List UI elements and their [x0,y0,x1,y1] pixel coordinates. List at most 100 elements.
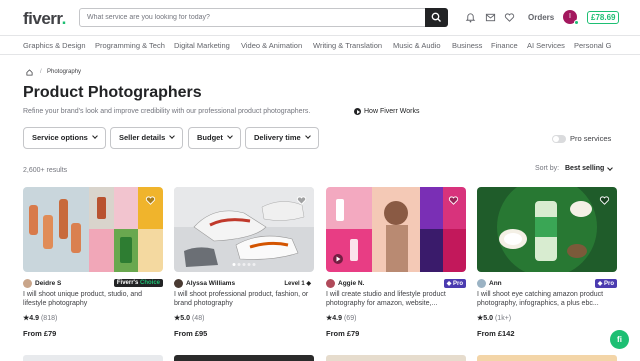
gig-image [23,187,163,272]
gig-price: From £79 [326,329,360,338]
orders-link[interactable]: Orders [528,13,554,22]
gig-card[interactable]: Ann ◆ Pro I will shoot eye catching amaz… [477,187,617,357]
gig-image [174,187,314,272]
gig-card[interactable]: Aggie N. ◆ Pro I will create studio and … [326,187,466,357]
search-button[interactable] [425,8,448,27]
category-personal-growth[interactable]: Personal G [574,41,612,50]
gig-rating: ★4.9 (69) [326,315,357,322]
breadcrumb-photography[interactable]: Photography [47,69,81,75]
logo-dot: . [61,9,67,28]
badge-prefix: Fiverr's [116,280,139,286]
seller-name[interactable]: Deidre S [35,280,61,287]
gig-price: From £79 [23,329,57,338]
chevron-down-icon [227,133,233,139]
favorite-heart-icon[interactable] [145,195,156,206]
seller-name[interactable]: Ann [489,280,502,287]
category-music-audio[interactable]: Music & Audio [393,41,441,50]
review-count: (1k+) [494,315,512,322]
rating-value: 4.9 [332,315,343,322]
how-it-works-link[interactable]: How Fiverr Works [354,108,419,115]
gig-price: From £95 [174,329,208,338]
filter-delivery-time[interactable]: Delivery time [245,127,319,149]
page-title: Product Photographers [23,84,202,101]
rating-value: 4.9 [29,315,40,322]
favorite-heart-icon[interactable] [296,195,307,206]
balance-badge[interactable]: £78.69 [587,11,620,24]
play-icon [354,108,361,115]
how-it-works-label: How Fiverr Works [364,108,420,115]
seller-name[interactable]: Alyssa Williams [186,280,235,287]
review-count: (48) [191,315,205,322]
review-count: (69) [343,315,357,322]
bell-icon[interactable] [465,12,476,23]
seller-name[interactable]: Aggie N. [338,280,364,287]
filter-service-options[interactable]: Service options [23,127,106,149]
carousel-dots [232,263,256,266]
gig-card[interactable]: Deidre S Fiverr's Choice I will shoot un… [23,187,163,357]
gig-title[interactable]: I will create studio and lifestyle produ… [326,290,466,308]
fiverr-logo[interactable]: fiverr. [23,9,66,29]
seller-avatar[interactable] [326,279,335,288]
filter-budget[interactable]: Budget [188,127,241,149]
home-icon[interactable] [26,69,33,76]
gig-image [477,187,617,272]
filter-label: Seller details [119,133,166,142]
category-writing-translation[interactable]: Writing & Translation [313,41,382,50]
filter-label: Delivery time [254,133,301,142]
pro-services-toggle[interactable] [552,135,566,143]
gig-card-next-row[interactable] [174,355,314,361]
seller-avatar[interactable] [23,279,32,288]
category-nav: Graphics & Design Programming & Tech Dig… [0,37,640,55]
sort-dropdown[interactable]: Best selling [565,165,604,172]
fiverrs-choice-badge: Fiverr's Choice [113,279,163,287]
logo-text: fiverr [23,9,62,28]
seller-info: Deidre S Fiverr's Choice [23,279,163,289]
seller-avatar[interactable] [477,279,486,288]
gig-price: From £142 [477,329,515,338]
review-count: (818) [40,315,58,322]
gig-image [326,187,466,272]
breadcrumb-separator: / [40,69,42,75]
favorite-heart-icon[interactable] [448,195,459,206]
chevron-down-icon[interactable] [607,165,613,171]
gig-card-next-row[interactable] [326,355,466,361]
gig-card-next-row[interactable] [477,355,617,361]
gig-card-next-row[interactable] [23,355,163,361]
seller-avatar[interactable] [174,279,183,288]
pro-badge: ◆ Pro [443,279,466,288]
filter-seller-details[interactable]: Seller details [110,127,184,149]
search-input[interactable] [80,9,425,26]
category-business[interactable]: Business [452,41,482,50]
category-digital-marketing[interactable]: Digital Marketing [174,41,230,50]
gig-thumbnail[interactable] [326,187,466,272]
rating-value: 5.0 [180,315,191,322]
chevron-down-icon [92,133,98,139]
seller-info: Alyssa Williams Level 1 ◆ [174,279,314,289]
pro-badge: ◆ Pro [594,279,617,288]
search-bar [79,8,448,27]
level-badge: Level 1 ◆ [284,281,311,287]
badge-suffix: Choice [139,280,160,286]
chat-button[interactable]: fi [610,330,629,349]
message-icon[interactable] [485,12,496,23]
gig-thumbnail[interactable] [23,187,163,272]
top-header: fiverr. Orders I £78.69 [0,0,640,36]
category-ai-services[interactable]: AI Services [527,41,565,50]
gig-title[interactable]: I will shoot unique product, studio, and… [23,290,163,308]
filter-label: Budget [197,133,223,142]
category-video-animation[interactable]: Video & Animation [241,41,302,50]
category-finance[interactable]: Finance [491,41,518,50]
gig-card[interactable]: Alyssa Williams Level 1 ◆ I will shoot p… [174,187,314,357]
search-icon [431,12,441,22]
heart-icon[interactable] [504,12,515,23]
gig-title[interactable]: I will shoot professional product, fashi… [174,290,314,308]
gig-title[interactable]: I will shoot eye catching amazon product… [477,290,617,308]
pro-services-label: Pro services [570,134,612,143]
favorite-heart-icon[interactable] [599,195,610,206]
online-status-dot [574,20,579,25]
category-graphics-design[interactable]: Graphics & Design [23,41,86,50]
gig-thumbnail[interactable] [477,187,617,272]
gig-rating: ★5.0 (48) [174,315,205,322]
category-programming-tech[interactable]: Programming & Tech [95,41,165,50]
gig-thumbnail[interactable] [174,187,314,272]
